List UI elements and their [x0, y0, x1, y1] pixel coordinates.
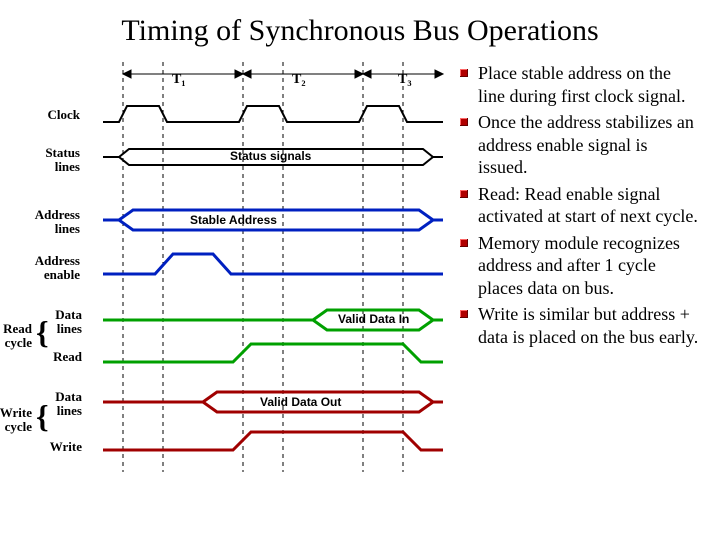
- timing-diagram: T₁ T₂ T₃ Clock Status lines Address line…: [20, 62, 450, 482]
- brace-read: {: [36, 314, 49, 351]
- cycle-t2-label: T₂: [292, 72, 306, 88]
- label-address-enable: Address enable: [20, 254, 80, 281]
- bullet-item: Memory module recognizes address and aft…: [460, 232, 700, 300]
- bullet-item: Place stable address on the line during …: [460, 62, 700, 107]
- timing-svg: [83, 62, 453, 482]
- label-read: Read: [40, 350, 82, 364]
- overlay-valid-data-out: Valid Data Out: [260, 395, 341, 409]
- cycle-t3-label: T₃: [398, 72, 412, 88]
- label-read-cycle: Read cycle: [0, 322, 32, 349]
- overlay-valid-data-in: Valid Data In: [338, 312, 409, 326]
- brace-write: {: [36, 398, 49, 435]
- label-status-lines: Status lines: [20, 146, 80, 173]
- overlay-stable-address: Stable Address: [190, 213, 277, 227]
- label-address-lines: Address lines: [20, 208, 80, 235]
- label-write: Write: [40, 440, 82, 454]
- label-clock: Clock: [20, 108, 80, 122]
- bullet-list: Place stable address on the line during …: [460, 62, 700, 482]
- page-title: Timing of Synchronous Bus Operations: [20, 14, 700, 48]
- cycle-t1-label: T₁: [172, 72, 186, 88]
- overlay-status-signals: Status signals: [230, 149, 311, 163]
- bullet-item: Read: Read enable signal activated at st…: [460, 183, 700, 228]
- bullet-item: Once the address stabilizes an address e…: [460, 111, 700, 179]
- label-write-cycle: Write cycle: [0, 406, 32, 433]
- bullet-item: Write is similar but address + data is p…: [460, 303, 700, 348]
